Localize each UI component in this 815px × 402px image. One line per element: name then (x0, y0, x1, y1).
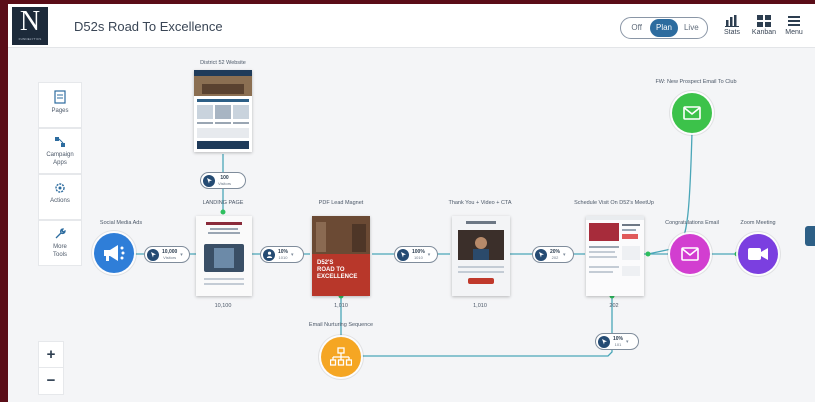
pdf-cover-line1: D52'S (317, 260, 334, 266)
pdf-conversion-pill[interactable]: 100% 1010 ▾ (394, 246, 438, 263)
pdf-cover-line3: EXCELLENCE (317, 274, 358, 280)
chevron-down-icon: ▾ (180, 251, 183, 258)
zoom-out-button[interactable]: − (39, 368, 63, 394)
campaign-apps-tool[interactable]: Campaign Apps (38, 128, 82, 174)
social-pill-value: 10,000 (162, 248, 178, 255)
wrench-icon (55, 228, 66, 239)
pdf-lead-magnet-node[interactable]: D52'S ROAD TO EXCELLENCE (312, 216, 370, 296)
side-panel-tab[interactable] (805, 226, 815, 246)
actions-tool[interactable]: Actions (38, 174, 82, 220)
zoom-meeting-node[interactable] (738, 234, 778, 274)
thank-you-label: Thank You + Video + CTA (448, 200, 512, 206)
email-nurturing-node[interactable] (321, 337, 361, 377)
person-icon (263, 248, 275, 261)
left-toolbox: Pages Campaign Apps Actions More Tools (38, 82, 82, 278)
chevron-down-icon: ▾ (291, 251, 294, 258)
congrats-email-node[interactable] (670, 234, 710, 274)
landing-conversion-pill[interactable]: 10% 1010 ▾ (260, 246, 304, 263)
pdf-pill-value: 100% (412, 248, 425, 255)
social-pill-sub: Visitors (163, 254, 177, 260)
landing-page-count: 10,100 (214, 303, 232, 309)
website-traffic-pill[interactable]: 100 Visitors (200, 172, 246, 189)
meetup-page-thumbnail (586, 216, 644, 296)
pdf-cover-line2: ROAD TO (317, 267, 345, 273)
fw-email-node[interactable] (672, 93, 712, 133)
chevron-down-icon: ▾ (427, 251, 431, 258)
zoom-controls: + − (38, 341, 64, 395)
megaphone-icon (104, 245, 125, 261)
email-nurturing-label: Email Nurturing Sequence (308, 322, 374, 328)
email-icon (681, 247, 699, 261)
chevron-down-icon: ▾ (626, 338, 629, 345)
schedule-visit-label: Schedule Visit On D52's MeetUp (574, 200, 654, 206)
apps-icon (55, 137, 65, 147)
more-tools-label-1: More (53, 244, 67, 250)
thank-you-count: 1,010 (473, 303, 487, 309)
campaign-apps-label-1: Campaign (46, 152, 74, 158)
social-media-ads-label: Social Media Ads (99, 220, 143, 226)
actions-label: Actions (50, 198, 70, 204)
pdf-pill-sub: 1010 (413, 254, 423, 260)
zoom-meeting-label: Zoom Meeting (740, 220, 776, 226)
landing-page-thumbnail (196, 216, 252, 296)
landing-page-node[interactable] (196, 216, 252, 296)
pages-tool[interactable]: Pages (38, 82, 82, 128)
thank-you-thumbnail (452, 216, 510, 296)
pdf-lead-magnet-label: PDF Lead Magnet (318, 200, 364, 206)
page-icon (54, 90, 66, 104)
nurture-conversion-pill[interactable]: 10% 101 ▾ (595, 333, 639, 350)
thank-you-pill-sub: 202 (551, 254, 559, 260)
funnel-canvas[interactable]: District 52 Website 100 Visitors Social … (8, 4, 815, 402)
landing-pill-value: 10% (278, 248, 289, 255)
chevron-down-icon: ▾ (563, 251, 566, 258)
website-thumbnail (194, 70, 252, 149)
app-window: N FUNNELYTICS D52s Road To Excellence Of… (8, 4, 815, 402)
more-tools-tool[interactable]: More Tools (38, 220, 82, 266)
pointer-icon (147, 248, 159, 261)
pdf-lead-magnet-count: 1,010 (334, 303, 348, 309)
pdf-cover-text: D52'S ROAD TO EXCELLENCE (317, 260, 357, 281)
district-website-page[interactable] (194, 70, 252, 152)
campaign-apps-label-2: Apps (53, 160, 67, 166)
nurture-pill-sub: 101 (614, 341, 622, 347)
sitemap-icon (330, 347, 352, 366)
district-website-label: District 52 Website (200, 60, 246, 66)
pointer-icon (598, 335, 610, 348)
more-tools-label-2: Tools (52, 252, 67, 258)
pointer-icon (203, 174, 215, 187)
landing-page-label: LANDING PAGE (202, 200, 244, 206)
pages-label: Pages (51, 108, 69, 114)
video-camera-icon (748, 248, 768, 260)
social-traffic-pill[interactable]: 10,000 Visitors ▾ (144, 246, 190, 263)
congrats-email-label: Congratulations Email (665, 220, 719, 226)
fw-email-label: FW: New Prospect Email To Club (655, 79, 737, 85)
thank-you-pill-value: 20% (550, 248, 561, 255)
social-media-ads-node[interactable] (94, 233, 134, 273)
email-icon (683, 106, 701, 120)
thank-you-conversion-pill[interactable]: 20% 202 ▾ (532, 246, 574, 263)
connector-lines (131, 131, 740, 357)
pdf-cover-thumbnail (312, 216, 370, 296)
nurture-pill-value: 10% (613, 335, 624, 342)
thank-you-page-node[interactable] (452, 216, 510, 296)
zoom-in-button[interactable]: + (39, 342, 63, 368)
pointer-icon (397, 248, 409, 261)
gear-icon (55, 183, 65, 193)
schedule-visit-node[interactable] (586, 216, 644, 296)
website-pill-sub: Visitors (218, 180, 232, 186)
schedule-visit-count: 202 (609, 303, 619, 309)
pointer-icon (535, 248, 547, 261)
landing-pill-sub: 1010 (278, 254, 288, 260)
